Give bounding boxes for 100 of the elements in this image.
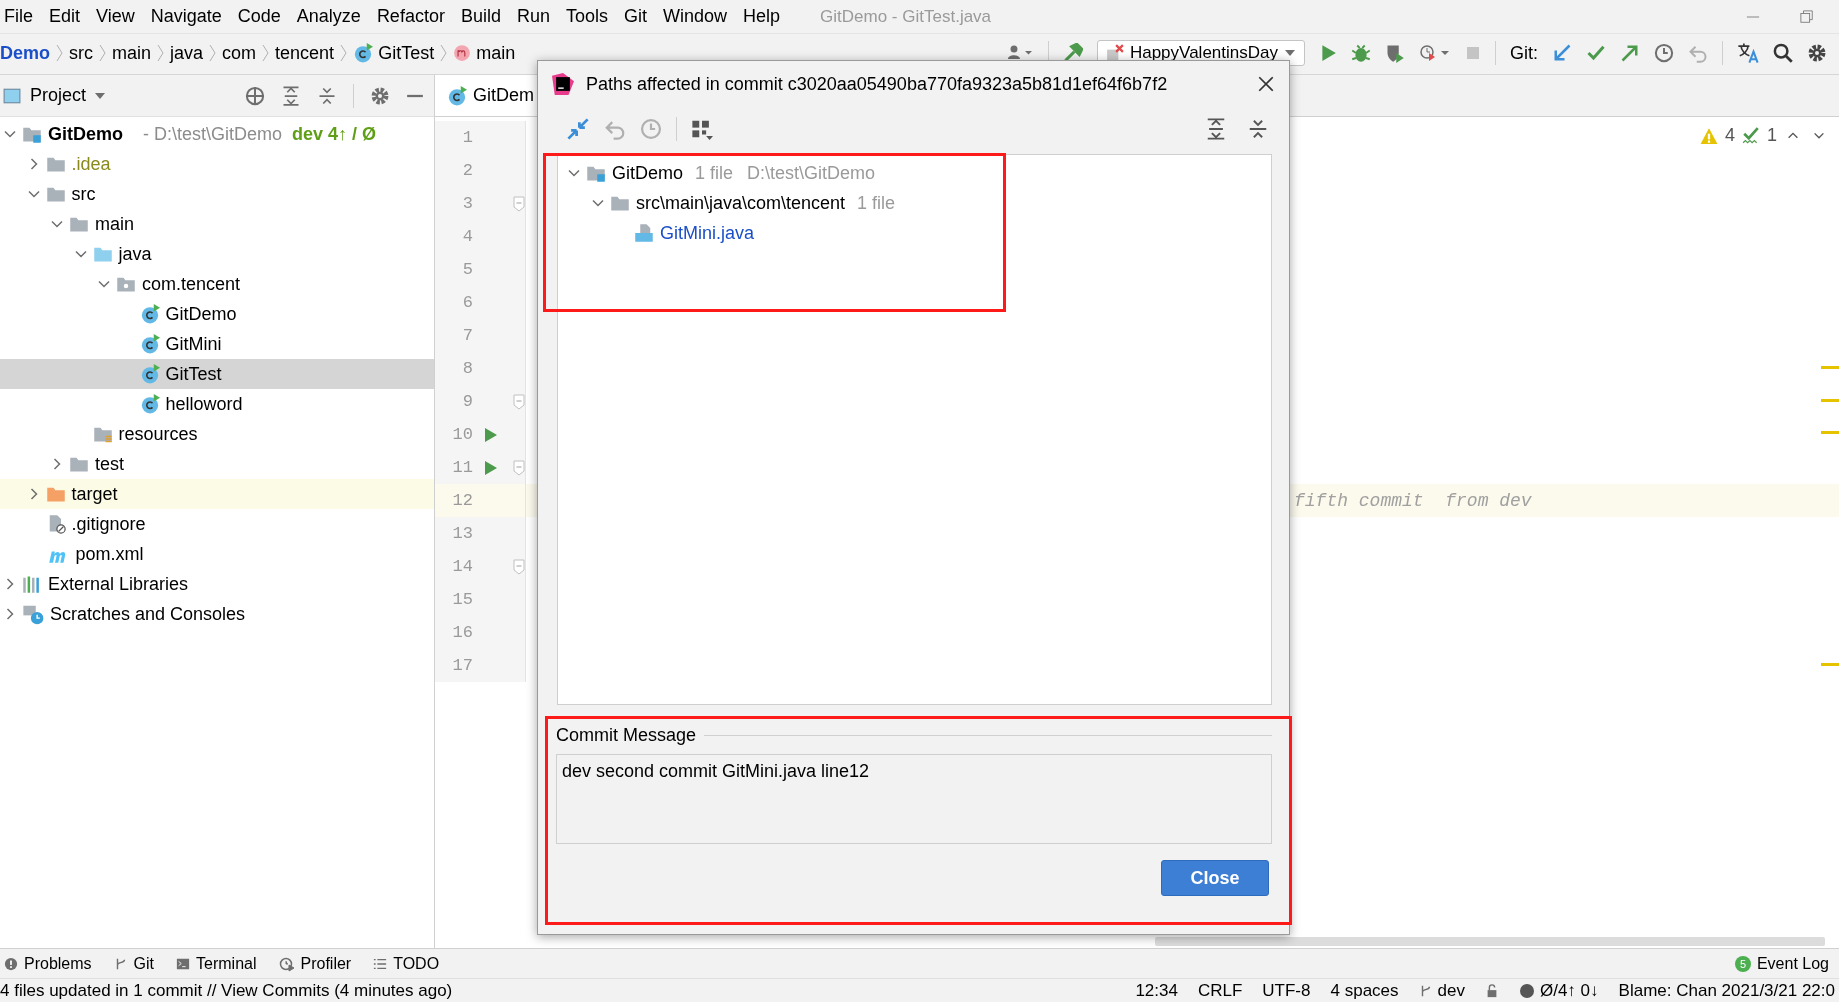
- menu-item[interactable]: Help: [739, 6, 791, 27]
- close-button[interactable]: Close: [1161, 860, 1269, 896]
- expand-all-icon[interactable]: [281, 85, 301, 106]
- chevron-down-icon[interactable]: [568, 167, 580, 179]
- chevron-down-icon[interactable]: [592, 197, 604, 209]
- tree-item[interactable]: target: [0, 479, 434, 509]
- tree-item[interactable]: Scratches and Consoles: [0, 599, 434, 629]
- breadcrumb[interactable]: java: [170, 42, 204, 64]
- close-icon[interactable]: [1257, 75, 1275, 93]
- chevron-down-icon[interactable]: [74, 248, 87, 260]
- user-icon[interactable]: [1007, 44, 1034, 62]
- breadcrumb[interactable]: src: [69, 42, 93, 64]
- changed-path[interactable]: GitDemo: [612, 162, 683, 184]
- status-item[interactable]: 4 spaces: [1330, 980, 1399, 1001]
- typo-check-icon[interactable]: [1741, 126, 1761, 145]
- history-icon[interactable]: [1654, 43, 1674, 63]
- status-message[interactable]: 4 files updated in 1 commit // View Commits (4 minutes ago): [0, 980, 453, 1001]
- restore-icon[interactable]: [1800, 9, 1814, 24]
- chevron-down-icon[interactable]: [4, 128, 16, 140]
- vcs-status[interactable]: Ø/4↑ 0↓: [1539, 980, 1599, 1001]
- fold-marker-icon[interactable]: [513, 393, 525, 410]
- fold-marker-icon[interactable]: [513, 195, 525, 212]
- tree-item[interactable]: helloword: [0, 389, 434, 419]
- settings-icon[interactable]: [370, 85, 390, 106]
- status-item[interactable]: 12:34: [1135, 980, 1178, 1001]
- chevron-down-icon[interactable]: [51, 218, 63, 230]
- hammer-icon[interactable]: [1062, 43, 1083, 63]
- chevron-right-icon[interactable]: [51, 458, 63, 470]
- tree-item[interactable]: com.tencent: [0, 269, 434, 299]
- menu-item[interactable]: Build: [456, 6, 511, 27]
- tree-item[interactable]: test: [0, 449, 434, 479]
- tree-item[interactable]: java: [0, 239, 434, 269]
- update-arrow-icon[interactable]: [1552, 43, 1572, 63]
- fold-marker-icon[interactable]: [513, 459, 525, 476]
- blame-info[interactable]: Blame: Chan 2021/3/21 22:0: [1618, 980, 1835, 1001]
- group-by-icon[interactable]: [691, 118, 713, 140]
- translate-icon[interactable]: [1737, 42, 1759, 64]
- terminal-icon[interactable]: [176, 956, 191, 971]
- tree-item[interactable]: main: [0, 209, 434, 239]
- menu-item[interactable]: View: [92, 6, 145, 27]
- chevron-right-icon[interactable]: [4, 608, 16, 620]
- commit-message-field[interactable]: dev second commit GitMini.java line12: [556, 754, 1272, 844]
- profiler-icon[interactable]: [1419, 43, 1451, 63]
- menu-item[interactable]: Refactor: [372, 6, 455, 27]
- menu-item[interactable]: Edit: [45, 6, 91, 27]
- menu-item[interactable]: Run: [512, 6, 560, 27]
- tool-window-button[interactable]: Profiler: [278, 954, 352, 973]
- arrows-icon[interactable]: [566, 118, 590, 140]
- info-icon[interactable]: [4, 956, 18, 971]
- tree-item[interactable]: resources: [0, 419, 434, 449]
- event-log-button[interactable]: 5 Event Log: [1734, 954, 1839, 973]
- breadcrumb[interactable]: main: [453, 42, 516, 64]
- push-arrow-icon[interactable]: [1620, 43, 1640, 63]
- caret-icon[interactable]: [94, 90, 107, 101]
- status-circle-icon[interactable]: [1518, 982, 1535, 999]
- branch-name[interactable]: dev: [1437, 980, 1465, 1001]
- tree-item[interactable]: src: [0, 179, 434, 209]
- collapse-all-icon[interactable]: [317, 85, 337, 106]
- list-icon[interactable]: [373, 956, 388, 971]
- shield-run-icon[interactable]: [1385, 43, 1405, 63]
- expand-all-icon[interactable]: [1205, 118, 1227, 140]
- breadcrumb[interactable]: main: [112, 42, 152, 64]
- menu-item[interactable]: Window: [659, 6, 738, 27]
- breadcrumb[interactable]: com: [222, 42, 257, 64]
- changed-path[interactable]: src\main\java\com\tencent: [636, 192, 846, 214]
- tree-item[interactable]: External Libraries: [0, 569, 434, 599]
- tool-window-button[interactable]: TODO: [373, 954, 440, 973]
- fold-marker-icon[interactable]: [513, 558, 525, 575]
- menu-item[interactable]: Analyze: [292, 6, 371, 27]
- tree-item[interactable]: .gitignore: [0, 509, 434, 539]
- tool-window-button[interactable]: Problems: [4, 954, 92, 973]
- menu-item[interactable]: Navigate: [146, 6, 232, 27]
- status-item[interactable]: CRLF: [1197, 980, 1243, 1001]
- tool-window-button[interactable]: Terminal: [176, 954, 257, 973]
- menu-item[interactable]: Git: [620, 6, 657, 27]
- panel-title[interactable]: Project: [30, 85, 87, 106]
- search-icon[interactable]: [1773, 43, 1793, 63]
- settings-icon[interactable]: [1807, 43, 1827, 63]
- menu-item[interactable]: File: [0, 6, 43, 27]
- tree-item[interactable]: GitDemo: [0, 299, 434, 329]
- status-item[interactable]: UTF-8: [1262, 980, 1311, 1001]
- tree-item[interactable]: .idea: [0, 149, 434, 179]
- chevron-right-icon[interactable]: [4, 578, 16, 590]
- horizontal-scrollbar[interactable]: [1155, 937, 1825, 946]
- tree-item[interactable]: GitMini: [0, 329, 434, 359]
- profiler-icon[interactable]: [278, 955, 295, 972]
- menu-item[interactable]: Code: [233, 6, 291, 27]
- chevron-down-icon[interactable]: [27, 188, 40, 200]
- breadcrumb[interactable]: Demo: [0, 42, 50, 64]
- tree-item[interactable]: pom.xml: [0, 539, 434, 569]
- chevron-down-icon[interactable]: [98, 278, 110, 290]
- commit-check-icon[interactable]: [1586, 43, 1606, 63]
- menu-item[interactable]: Tools: [561, 6, 618, 27]
- run-icon[interactable]: [484, 426, 498, 443]
- tree-item[interactable]: GitDemo - D:\test\GitDemo dev 4↑ / Ø: [0, 119, 434, 149]
- tree-item[interactable]: GitTest: [0, 359, 434, 389]
- collapse-all-icon[interactable]: [1247, 118, 1269, 140]
- breadcrumb[interactable]: GitTest: [353, 42, 435, 64]
- tool-window-button[interactable]: Git: [113, 954, 155, 973]
- breadcrumb[interactable]: tencent: [275, 42, 335, 64]
